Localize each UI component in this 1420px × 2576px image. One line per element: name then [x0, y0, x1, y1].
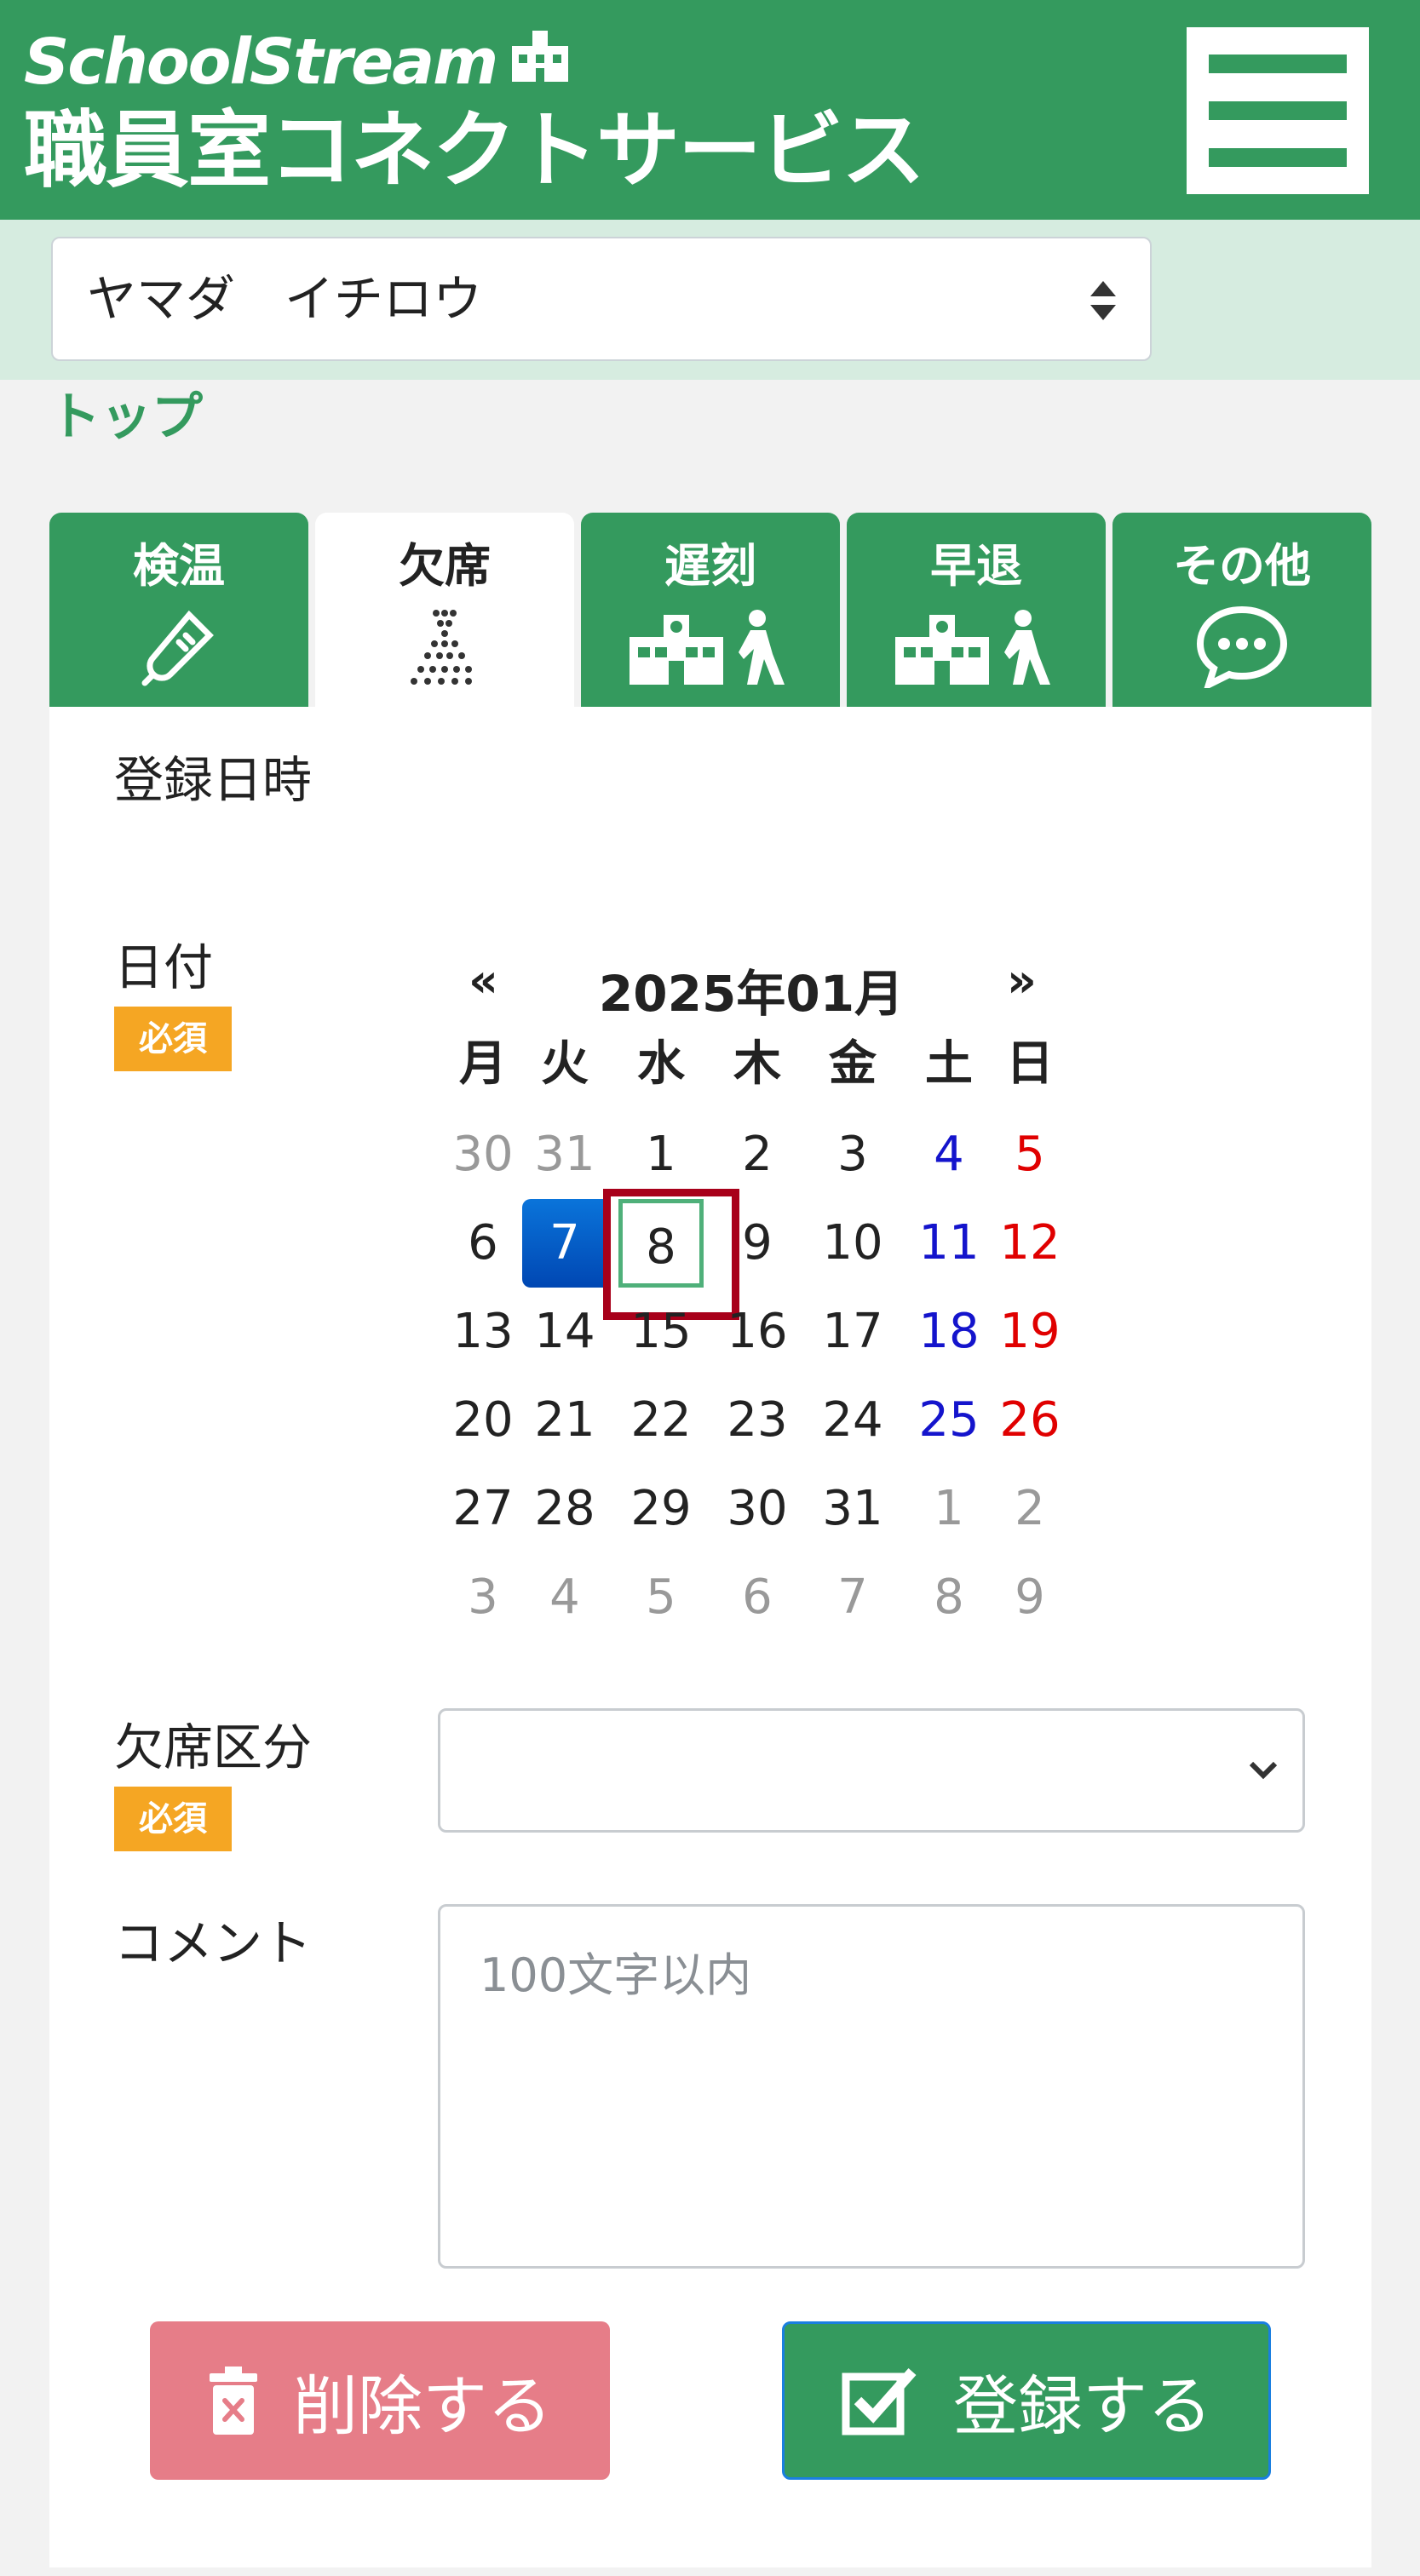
calendar-day[interactable]: 5	[987, 1110, 1072, 1199]
calendar-week-row: 3456789	[436, 1553, 1066, 1642]
tab-temperature[interactable]: 検温	[49, 513, 308, 707]
calendar-day[interactable]: 30	[715, 1465, 800, 1553]
next-month-button[interactable]: »	[1007, 954, 1037, 1007]
calendar-day[interactable]: 1	[906, 1465, 992, 1553]
calendar-day[interactable]: 18	[906, 1288, 992, 1376]
calendar-days: 30 31 1 2 3 4 5 6 7 8 9 10 11 12 13 14 15 16 17 18 19 20 21 22 2…	[436, 1110, 1066, 1642]
calendar-day[interactable]: 9	[715, 1199, 800, 1288]
calendar-day[interactable]: 28	[522, 1465, 607, 1553]
student-name: ヤマダ イチロウ	[87, 270, 483, 328]
comment-label: コメント	[114, 1914, 313, 1972]
weekday-header: 土	[925, 1036, 973, 1092]
calendar-day[interactable]: 20	[440, 1376, 526, 1465]
app-header: SchoolStream 職員室コネクトサービス	[0, 0, 1420, 220]
chat-bubble-icon	[1195, 603, 1289, 688]
school-walk-icon	[895, 603, 1057, 688]
comment-textarea[interactable]: 100文字以内	[438, 1904, 1305, 2269]
calendar-header: « 2025年01月 »	[436, 945, 1066, 1023]
date-label: 日付	[114, 938, 214, 996]
weekday-header: 水	[637, 1036, 685, 1092]
calendar-day[interactable]: 6	[440, 1199, 526, 1288]
calendar-day[interactable]: 12	[987, 1199, 1072, 1288]
calendar-week-row: 27 28 29 30 31 1 2	[436, 1465, 1066, 1553]
calendar-day[interactable]: 19	[987, 1288, 1072, 1376]
calendar-day[interactable]: 2	[987, 1465, 1072, 1553]
thermometer-icon	[136, 603, 221, 688]
tab-bar: 検温 欠席 遅刻 早退 その他	[49, 513, 1371, 707]
calendar-day[interactable]: 30	[440, 1110, 526, 1199]
calendar-day[interactable]: 1	[618, 1110, 704, 1199]
delete-button[interactable]: 削除する	[150, 2321, 610, 2480]
calendar-day[interactable]: 25	[906, 1376, 992, 1465]
chevron-down-icon	[1249, 1761, 1278, 1780]
calendar-day[interactable]: 29	[618, 1465, 704, 1553]
delete-button-label: 削除する	[293, 2368, 552, 2444]
calendar-day[interactable]: 7	[522, 1199, 607, 1288]
hamburger-menu-button[interactable]	[1187, 27, 1369, 194]
absence-icon	[402, 603, 487, 688]
calendar-day[interactable]: 4	[522, 1553, 607, 1642]
calendar-day[interactable]: 4	[906, 1110, 992, 1199]
calendar-day[interactable]: 17	[810, 1288, 895, 1376]
breadcrumb[interactable]: トップ	[49, 383, 203, 451]
calendar-week-row: 6 7 8 9 10 11 12	[436, 1189, 1066, 1320]
comment-placeholder: 100文字以内	[480, 1948, 752, 2002]
required-badge: 必須	[114, 1007, 232, 1071]
student-bar: ヤマダ イチロウ	[0, 220, 1420, 380]
calendar-day[interactable]: 21	[522, 1376, 607, 1465]
menu-icon	[1209, 55, 1347, 73]
tab-late[interactable]: 遅刻	[581, 513, 840, 707]
calendar-day[interactable]: 22	[618, 1376, 704, 1465]
calendar-day[interactable]: 10	[810, 1199, 895, 1288]
calendar-day[interactable]: 14	[522, 1288, 607, 1376]
calendar-day[interactable]: 31	[810, 1465, 895, 1553]
calendar-day[interactable]: 23	[715, 1376, 800, 1465]
calendar-month-title: 2025年01月	[598, 965, 905, 1023]
calendar-day[interactable]: 5	[618, 1553, 704, 1642]
calendar-day[interactable]: 24	[810, 1376, 895, 1465]
calendar-week-row: 30 31 1 2 3 4 5	[436, 1110, 1066, 1199]
submit-button-label: 登録する	[953, 2368, 1212, 2444]
weekday-header: 金	[829, 1036, 877, 1092]
weekday-header: 月	[459, 1036, 507, 1092]
absence-type-select[interactable]	[438, 1708, 1305, 1833]
calendar-day[interactable]: 3	[440, 1553, 526, 1642]
submit-button[interactable]: 登録する	[782, 2321, 1271, 2480]
brand-name: SchoolStream	[24, 26, 498, 99]
service-title: 職員室コネクトサービス	[24, 102, 925, 199]
date-picker-calendar: « 2025年01月 » 月火水木金土日 30 31 1 2 3 4 5 6 7 8 9 10 11 12…	[436, 945, 1066, 1642]
calendar-day[interactable]: 11	[906, 1199, 992, 1288]
calendar-day[interactable]: 9	[987, 1553, 1072, 1642]
calendar-day[interactable]: 3	[810, 1110, 895, 1199]
calendar-day[interactable]: 7	[810, 1553, 895, 1642]
calendar-day[interactable]: 2	[715, 1110, 800, 1199]
calendar-day[interactable]: 15	[618, 1288, 704, 1376]
calendar-weekdays: 月火水木金土日	[436, 1022, 1066, 1110]
tab-early-leave[interactable]: 早退	[847, 513, 1106, 707]
calendar-day[interactable]: 16	[715, 1288, 800, 1376]
calendar-week-row: 20 21 22 23 24 25 26	[436, 1376, 1066, 1465]
weekday-header: 木	[733, 1036, 781, 1092]
calendar-day[interactable]: 6	[715, 1553, 800, 1642]
required-badge: 必須	[114, 1787, 232, 1851]
weekday-header: 日	[1006, 1036, 1054, 1092]
calendar-day[interactable]: 26	[987, 1376, 1072, 1465]
sort-arrows-icon	[1090, 281, 1116, 320]
registered-datetime-label: 登録日時	[114, 751, 313, 809]
brand-logo: SchoolStream	[24, 24, 570, 100]
calendar-day[interactable]: 8	[906, 1553, 992, 1642]
absence-type-label: 欠席区分	[114, 1718, 313, 1776]
student-select[interactable]: ヤマダ イチロウ	[51, 237, 1152, 361]
calendar-day[interactable]: 13	[440, 1288, 526, 1376]
trash-icon	[210, 2367, 257, 2435]
calendar-day[interactable]: 31	[522, 1110, 607, 1199]
check-square-icon	[842, 2368, 917, 2435]
weekday-header: 火	[541, 1036, 589, 1092]
calendar-week-row: 13 14 15 16 17 18 19	[436, 1288, 1066, 1376]
school-building-icon	[510, 26, 570, 99]
tab-absence[interactable]: 欠席	[315, 513, 574, 707]
tab-other[interactable]: その他	[1112, 513, 1371, 707]
school-walk-icon	[630, 603, 791, 688]
calendar-day[interactable]: 27	[440, 1465, 526, 1553]
